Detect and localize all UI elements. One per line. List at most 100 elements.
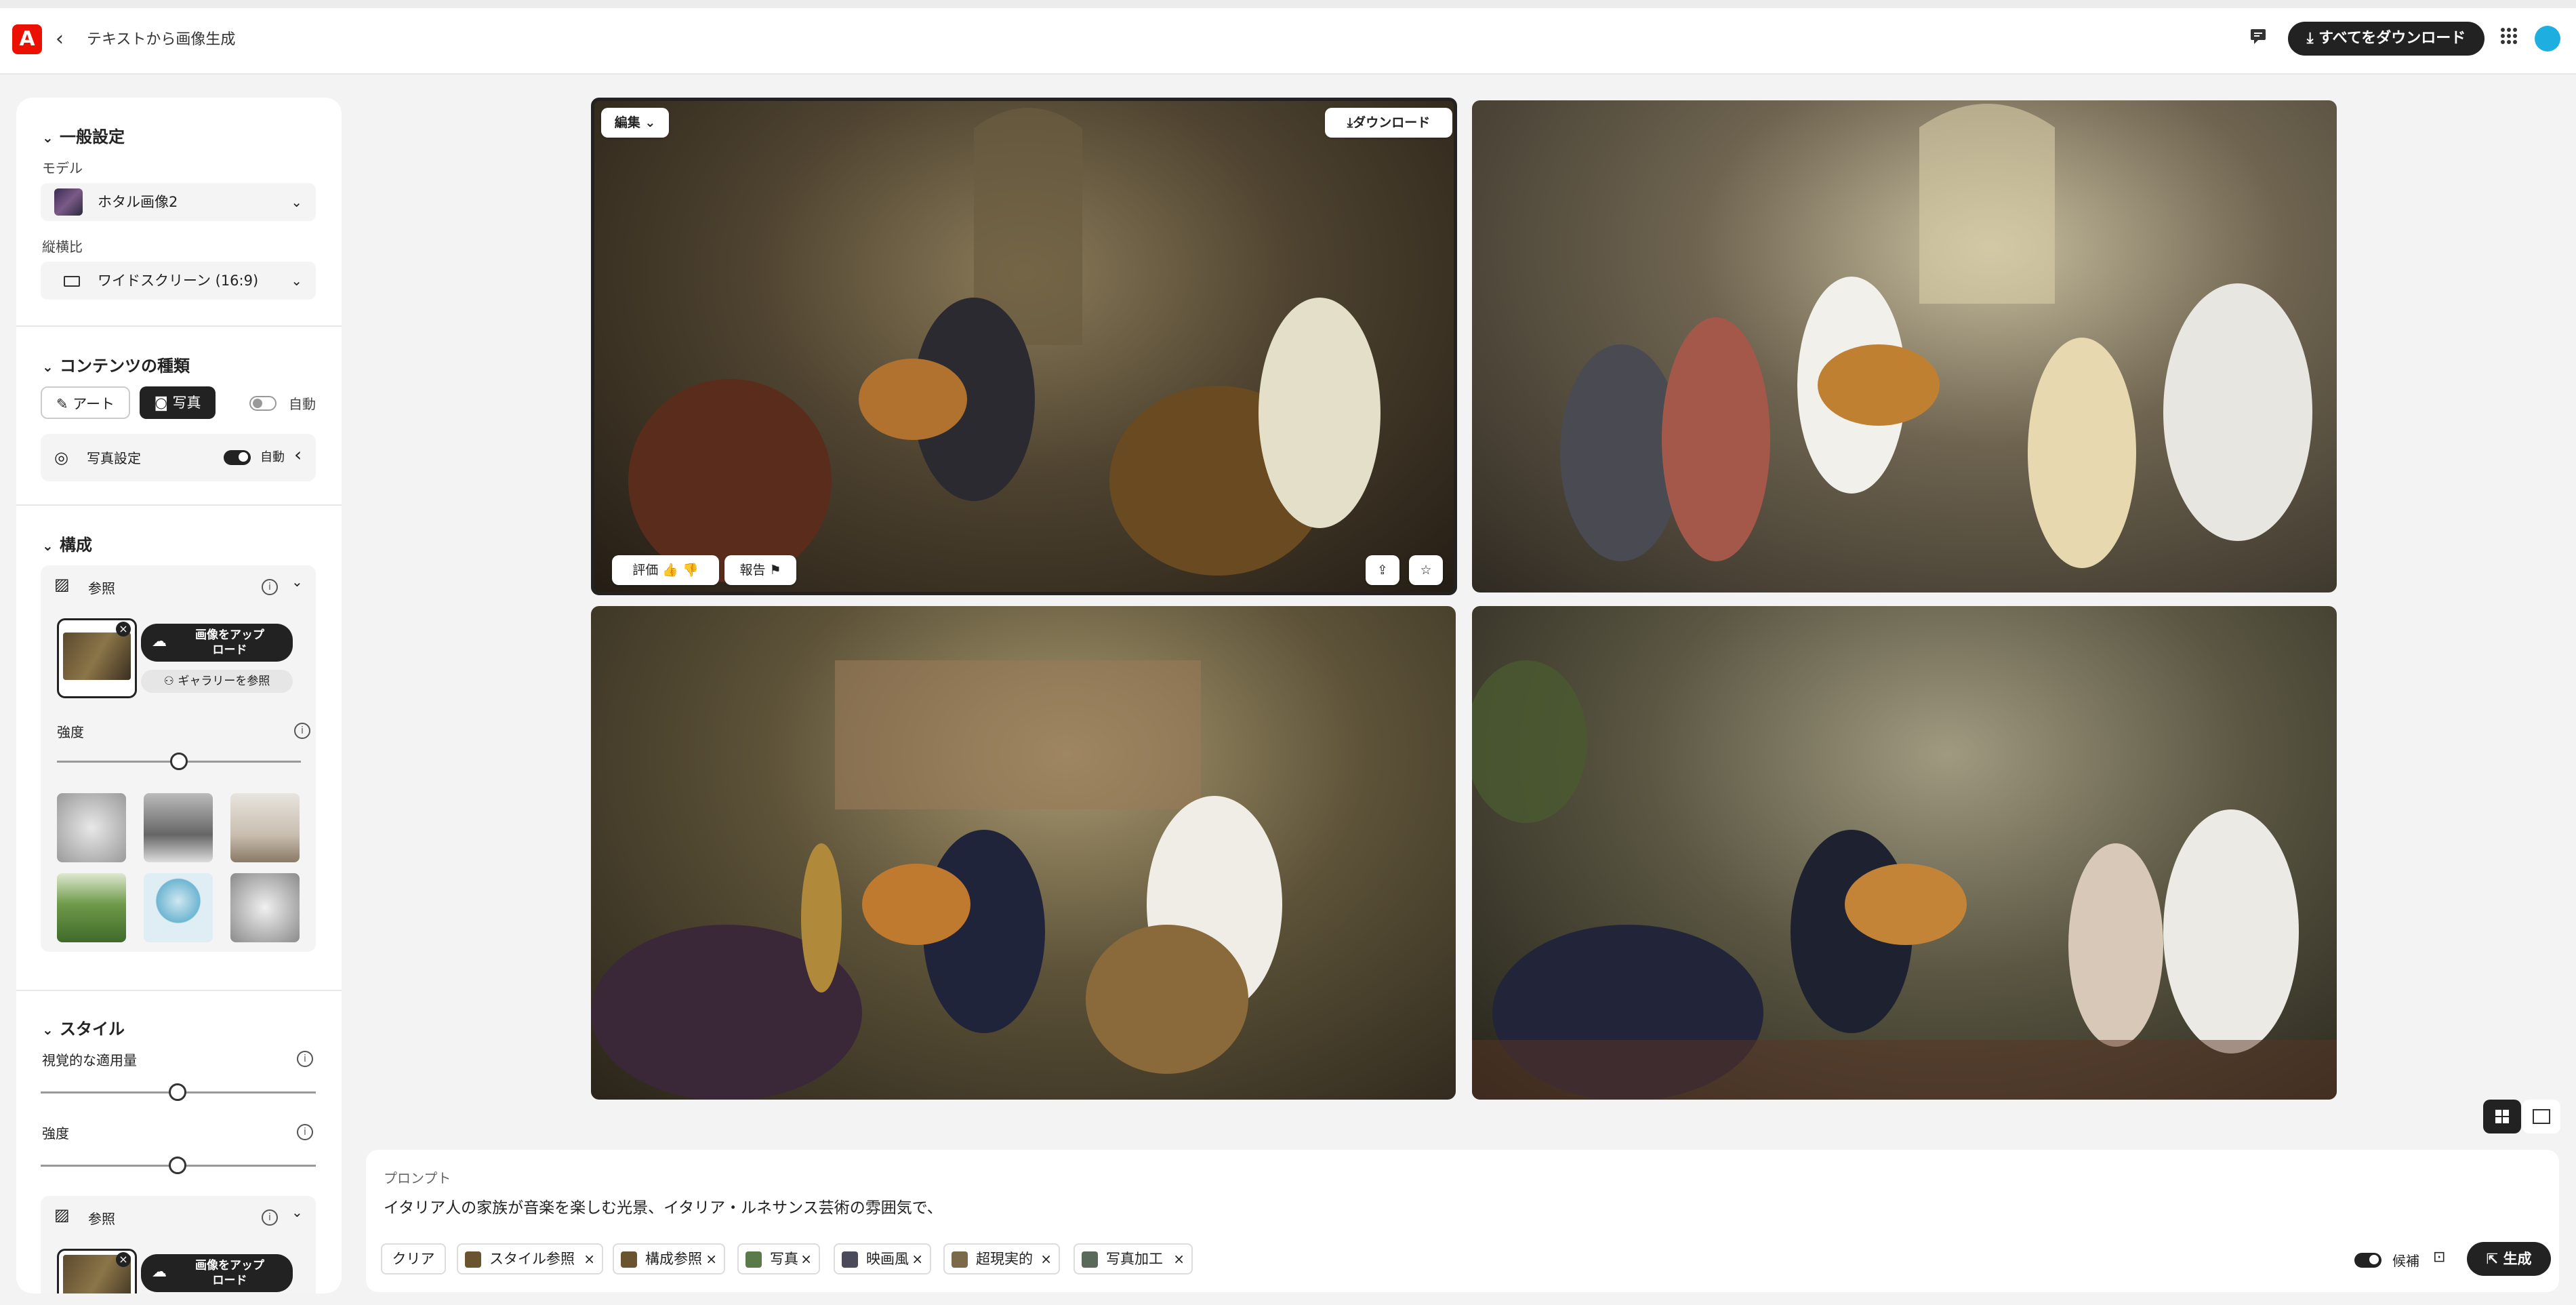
preset-owl-thumbnail[interactable] [230,873,300,942]
share-icon[interactable]: ⇪ [1366,555,1399,585]
model-thumbnail [54,188,83,216]
style-upload-image-label: 画像をアップロード [195,1259,264,1287]
style-reference-card: ▨ 参照 i ⌄ × ☁ 画像をアップロード [41,1196,316,1293]
remove-icon[interactable]: × [706,1245,717,1273]
aspect-ratio-select[interactable]: ワイドスクリーン (16:9) ⌄ [41,262,316,300]
preset-sketch-thumbnail[interactable] [57,793,126,862]
browse-gallery-label: ギャラリーを参照 [178,675,270,688]
edit-button[interactable]: 編集 ⌄ [601,108,669,138]
download-all-button[interactable]: ⤓ すべてをダウンロード [2288,22,2485,56]
info-icon[interactable]: i [262,1209,278,1226]
candidate-settings-icon[interactable]: ⊡ [2433,1249,2445,1266]
feedback-icon[interactable] [2245,26,2272,53]
edit-label: 編集 [614,115,640,130]
generate-button[interactable]: ⇱ 生成 [2467,1242,2551,1276]
chip-hyperrealistic[interactable]: 超現実的 × [943,1243,1060,1274]
general-settings-header[interactable]: ⌄ 一般設定 [42,123,125,147]
generate-label: 生成 [2503,1251,2532,1267]
generated-image-3[interactable] [591,606,1456,1100]
aspect-ratio-value: ワイドスクリーン (16:9) [98,273,259,289]
photo-button[interactable]: ◙ 写真 [140,386,216,419]
remove-icon[interactable]: × [912,1245,923,1273]
apps-grid-icon[interactable] [2495,26,2522,53]
model-select[interactable]: ホタル画像2 ⌄ [41,183,316,221]
prompt-input[interactable]: イタリア人の家族が音楽を楽しむ光景、イタリア・ルネサンス芸術の雰囲気で、 [384,1194,2485,1218]
chevron-left-icon[interactable]: ‹ [294,443,302,466]
chip-cinematic[interactable]: 映画風 × [834,1243,931,1274]
preset-sphere-thumbnail[interactable] [144,873,213,942]
style-title: スタイル [60,1020,125,1039]
art-button[interactable]: ✎ アート [41,386,130,419]
remove-icon[interactable]: × [116,1252,131,1267]
grid-icon [2495,1110,2509,1123]
chevron-down-icon[interactable]: ⌄ [291,1204,303,1220]
info-icon[interactable]: i [297,1051,313,1067]
model-value: ホタル画像2 [98,194,178,210]
download-icon: ⤓ [2306,30,2319,47]
thumbs-up-icon[interactable]: 👍 [662,563,678,578]
widescreen-icon [64,276,80,287]
single-view-toggle[interactable] [2522,1100,2560,1133]
model-label: モデル [42,160,83,176]
adobe-logo[interactable]: A [12,24,42,54]
reference-image [63,633,131,680]
chip-thumbnail [952,1251,968,1268]
prompt-panel: プロンプト イタリア人の家族が音楽を楽しむ光景、イタリア・ルネサンス芸術の雰囲気… [366,1150,2559,1292]
visual-intensity-knob[interactable] [169,1083,186,1101]
info-icon[interactable]: i [294,723,310,739]
style-upload-image-button[interactable]: ☁ 画像をアップロード [141,1254,293,1292]
settings-sidebar: ⌄ 一般設定 モデル ホタル画像2 ⌄ 縦横比 ワイドスクリーン (16:9) ⌄… [16,98,342,1293]
style-header[interactable]: ⌄ スタイル [42,1016,125,1039]
chip-photo-processing[interactable]: 写真加工 × [1074,1243,1193,1274]
chevron-down-icon[interactable]: ⌄ [291,574,303,590]
content-type-header[interactable]: ⌄ コンテンツの種類 [42,353,190,376]
preset-interior-thumbnail[interactable] [230,793,300,862]
info-icon[interactable]: i [262,579,278,595]
download-label: ダウンロード [1353,115,1431,130]
remove-icon[interactable]: × [584,1245,595,1273]
info-icon[interactable]: i [297,1124,313,1140]
composition-reference-thumbnail[interactable]: × [57,618,137,698]
content-auto-toggle[interactable] [249,396,277,411]
download-icon: ⤓ [1347,115,1353,130]
rate-button[interactable]: 評価 👍 👎 [612,555,719,585]
preset-field-thumbnail[interactable] [57,873,126,942]
remove-icon[interactable]: × [1040,1245,1052,1273]
scene-illustration [1560,104,2312,568]
chip-photo[interactable]: 写真 × [737,1243,820,1274]
candidate-toggle[interactable] [2354,1253,2381,1268]
avatar[interactable] [2535,26,2560,52]
chip-composition-reference[interactable]: 構成参照 × [613,1243,725,1274]
generated-image-1[interactable]: 編集 ⌄ ⤓ダウンロード 評価 👍 👎 報告 ⚑ ⇪ ☆ [591,98,1457,595]
photo-settings-auto-label: 自動 [260,450,285,464]
candidate-label: 候補 [2392,1253,2419,1269]
upload-image-button[interactable]: ☁ 画像をアップロード [141,624,293,662]
remove-icon[interactable]: × [800,1245,812,1273]
chip-thumbnail [465,1251,481,1268]
photo-label: 写真 [172,395,201,411]
download-button[interactable]: ⤓ダウンロード [1325,108,1452,138]
grid-view-toggle[interactable] [2483,1100,2521,1133]
generated-image-2[interactable] [1472,100,2337,593]
camera-icon: ◙ [154,395,173,411]
report-button[interactable]: 報告 ⚑ [724,555,796,585]
photo-settings-row[interactable]: ◎ 写真設定 自動 ‹ [41,434,316,481]
clear-button[interactable]: クリア [381,1243,446,1274]
browse-gallery-button[interactable]: ⚇ ギャラリーを参照 [141,670,293,693]
style-strength-knob[interactable] [169,1157,186,1174]
photo-settings-toggle[interactable] [224,450,251,465]
divider [16,990,342,991]
favorite-star-icon[interactable]: ☆ [1409,555,1443,585]
style-reference-thumbnail[interactable]: × [57,1249,137,1293]
flag-icon: ⚑ [769,563,781,578]
composition-strength-knob[interactable] [170,752,188,770]
remove-icon[interactable]: × [116,622,131,637]
generated-image-4[interactable] [1472,606,2337,1100]
back-chevron-icon[interactable]: ‹ [56,24,77,54]
divider [16,504,342,506]
thumbs-down-icon[interactable]: 👎 [682,563,699,578]
chip-style-reference[interactable]: スタイル参照 × [457,1243,603,1274]
preset-mountains-thumbnail[interactable] [144,793,213,862]
remove-icon[interactable]: × [1173,1245,1185,1273]
composition-header[interactable]: ⌄ 構成 [42,531,92,555]
